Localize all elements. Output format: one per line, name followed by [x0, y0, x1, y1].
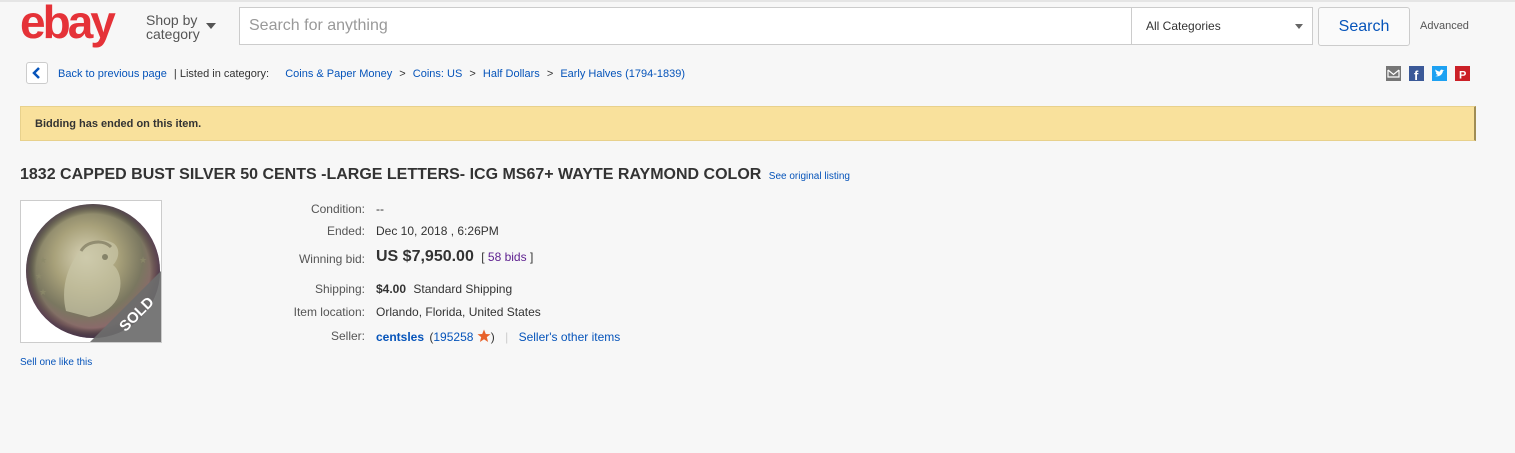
bid-history-link[interactable]: 58 bids — [488, 250, 527, 264]
back-to-previous-link[interactable]: Back to previous page — [58, 68, 167, 80]
email-icon[interactable] — [1386, 66, 1401, 81]
seller-other-items-link[interactable]: Seller's other items — [519, 330, 621, 344]
shop-by-category-button[interactable]: Shop by category — [146, 12, 216, 42]
ebay-logo[interactable]: ebay — [20, 0, 138, 52]
search-bar: All Categories — [239, 7, 1313, 45]
ended-label: Ended: — [326, 224, 365, 238]
seller-label: Seller: — [330, 329, 365, 343]
search-button[interactable]: Search — [1318, 7, 1410, 46]
seller-feedback-link[interactable]: 195258 — [433, 330, 473, 344]
chevron-down-icon — [206, 23, 216, 29]
item-location-label: Item location: — [293, 305, 365, 319]
coin-image: ★ ★ ★ ★ SOLD — [21, 201, 161, 342]
condition-value: -- — [376, 202, 384, 216]
ended-value: Dec 10, 2018 , 6:26PM — [376, 224, 499, 238]
breadcrumb-item-coins-us[interactable]: Coins: US — [413, 68, 463, 80]
shop-by-line1: Shop by — [146, 12, 198, 28]
chevron-left-icon — [32, 67, 40, 79]
svg-text:f: f — [1414, 68, 1419, 81]
listed-in-label: | Listed in category: — [173, 68, 270, 80]
feedback-star-icon — [477, 329, 491, 342]
seller-divider: | — [505, 330, 509, 344]
svg-text:P: P — [1459, 70, 1466, 82]
breadcrumb: Back to previous page | Listed in catego… — [58, 68, 685, 80]
shipping-cost: $4.00 — [376, 282, 407, 296]
winning-bid-row: Winning bid: US $7,950.00 [ 58 bids ] — [0, 248, 1515, 270]
listing-title-text: 1832 CAPPED BUST SILVER 50 CENTS -LARGE … — [20, 166, 762, 183]
item-location-value: Orlando, Florida, United States — [376, 305, 541, 319]
feedback-paren-close: ) — [490, 330, 495, 344]
shipping-method: Standard Shipping — [413, 282, 513, 296]
category-select[interactable]: All Categories — [1131, 8, 1313, 44]
svg-text:★: ★ — [35, 271, 43, 281]
pinterest-icon[interactable]: P — [1455, 66, 1470, 81]
item-image[interactable]: ★ ★ ★ ★ SOLD — [20, 200, 162, 343]
condition-label: Condition: — [310, 202, 365, 216]
winning-bid-value: US $7,950.00 — [376, 248, 474, 265]
facebook-icon[interactable]: f — [1409, 66, 1424, 81]
svg-text:★: ★ — [39, 287, 47, 297]
sell-one-like-this-link[interactable]: Sell one like this — [20, 357, 92, 368]
advanced-search-link[interactable]: Advanced — [1420, 20, 1469, 32]
breadcrumb-item-coins-paper-money[interactable]: Coins & Paper Money — [285, 68, 392, 80]
banner-message: Bidding has ended on this item. — [35, 118, 202, 130]
bids-bracket-close: ] — [529, 250, 534, 264]
breadcrumb-separator: > — [546, 68, 554, 80]
breadcrumb-item-early-halves[interactable]: Early Halves (1794-1839) — [560, 68, 685, 80]
breadcrumb-separator: > — [469, 68, 476, 80]
breadcrumb-item-half-dollars[interactable]: Half Dollars — [483, 68, 540, 80]
category-select-value: All Categories — [1146, 19, 1221, 33]
bidding-ended-banner: Bidding has ended on this item. — [20, 106, 1476, 141]
see-original-listing-link[interactable]: See original listing — [769, 171, 850, 182]
listing-title: 1832 CAPPED BUST SILVER 50 CENTS -LARGE … — [20, 166, 850, 184]
chevron-down-icon — [1295, 24, 1303, 29]
winning-bid-label: Winning bid: — [298, 252, 365, 266]
twitter-icon[interactable] — [1432, 66, 1447, 81]
search-input[interactable] — [240, 8, 1148, 44]
shop-by-line2: category — [146, 26, 200, 42]
bids-bracket-open: [ — [481, 250, 485, 264]
seller-name-link[interactable]: centsles — [376, 330, 424, 344]
breadcrumb-separator: > — [399, 68, 406, 80]
shipping-label: Shipping: — [314, 282, 365, 296]
top-border — [0, 0, 1515, 2]
back-button[interactable] — [26, 62, 48, 84]
svg-text:ebay: ebay — [20, 0, 116, 48]
